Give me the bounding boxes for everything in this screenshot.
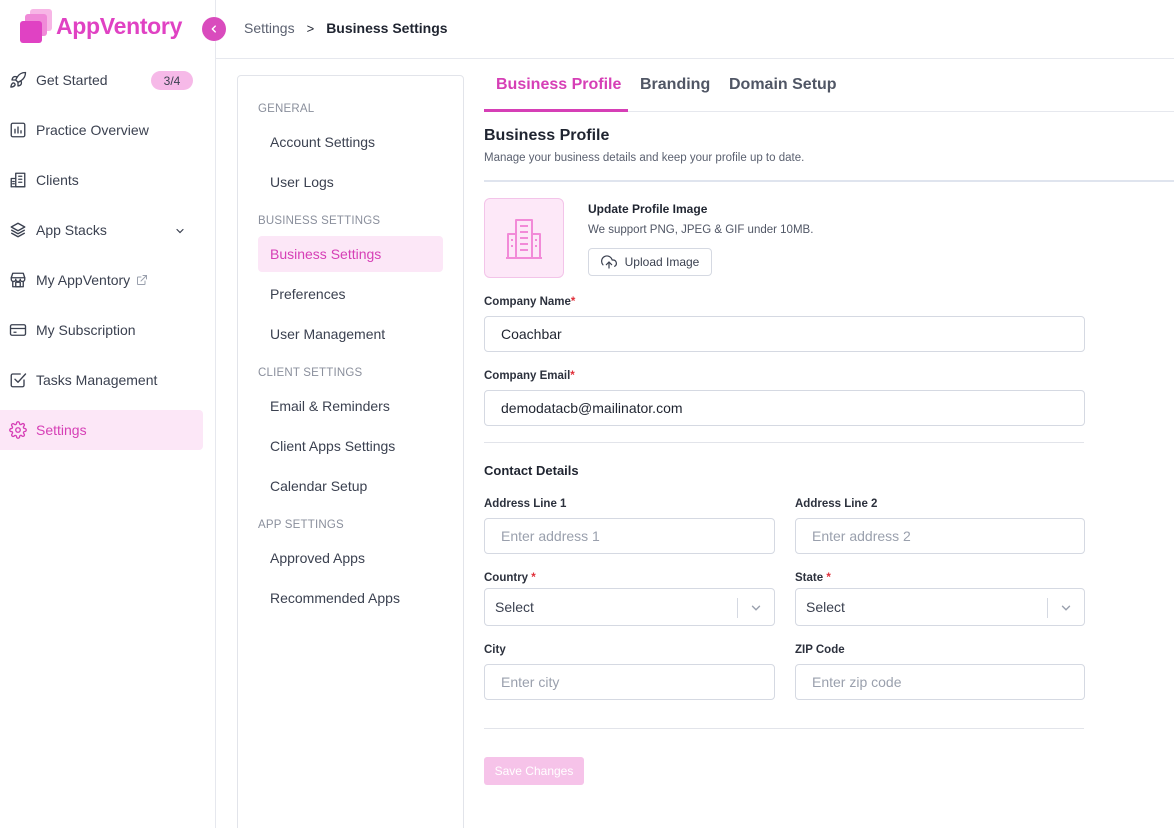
sidebar-item-label: Tasks Management xyxy=(36,372,158,388)
city-label: City xyxy=(484,644,506,656)
upload-image-button[interactable]: Upload Image xyxy=(588,248,712,276)
select-separator xyxy=(737,598,738,618)
sidebar-item-tasks-management[interactable]: Tasks Management xyxy=(0,360,203,400)
sidebar-item-label: Settings xyxy=(36,422,87,438)
checkbox-icon xyxy=(8,370,28,390)
address2-input[interactable]: Enter address 2 xyxy=(795,518,1085,554)
state-select-value: Select xyxy=(806,599,845,615)
country-select-value: Select xyxy=(495,599,534,615)
divider xyxy=(484,442,1084,443)
state-label: State * xyxy=(795,572,831,584)
group-title-app-settings: APP SETTINGS xyxy=(258,519,344,531)
breadcrumb-separator-icon: > xyxy=(306,20,315,36)
country-label: Country * xyxy=(484,572,536,584)
company-email-label: Company Email* xyxy=(484,370,575,382)
breadcrumb-settings[interactable]: Settings xyxy=(244,20,295,36)
sidebar-item-label: Practice Overview xyxy=(36,122,149,138)
state-select[interactable]: Select xyxy=(795,588,1085,626)
chevron-down-icon xyxy=(1059,601,1073,618)
external-link-icon xyxy=(136,274,148,286)
chevron-down-icon[interactable] xyxy=(174,224,186,240)
menu-item-recommended-apps[interactable]: Recommended Apps xyxy=(258,580,443,616)
sidebar-item-my-appventory[interactable]: My AppVentory xyxy=(0,260,203,300)
app-logo[interactable]: AppVentory xyxy=(20,8,182,44)
top-bar: Settings > Business Settings xyxy=(216,0,1174,59)
update-image-hint: We support PNG, JPEG & GIF under 10MB. xyxy=(588,224,814,236)
group-title-general: GENERAL xyxy=(258,103,315,115)
menu-item-account-settings[interactable]: Account Settings xyxy=(258,124,443,160)
active-tab-indicator xyxy=(484,109,628,112)
menu-item-calendar-setup[interactable]: Calendar Setup xyxy=(258,468,443,504)
city-input[interactable]: Enter city xyxy=(484,664,775,700)
zip-input[interactable]: Enter zip code xyxy=(795,664,1085,700)
tab-domain-setup[interactable]: Domain Setup xyxy=(729,76,837,94)
chart-icon xyxy=(8,120,28,140)
contact-details-title: Contact Details xyxy=(484,463,579,478)
building-icon xyxy=(8,170,28,190)
select-separator xyxy=(1047,598,1048,618)
menu-item-email-reminders[interactable]: Email & Reminders xyxy=(258,388,443,424)
sidebar-item-label: My AppVentory xyxy=(36,272,131,288)
country-select[interactable]: Select xyxy=(484,588,775,626)
progress-badge: 3/4 xyxy=(151,71,193,90)
card-icon xyxy=(8,320,28,340)
store-icon xyxy=(8,270,28,290)
section-title: Business Profile xyxy=(484,127,610,144)
chevron-down-icon xyxy=(749,601,763,618)
tab-branding[interactable]: Branding xyxy=(640,76,710,94)
sidebar-item-practice-overview[interactable]: Practice Overview xyxy=(0,110,203,150)
rocket-icon xyxy=(8,70,28,90)
menu-item-client-apps-settings[interactable]: Client Apps Settings xyxy=(258,428,443,464)
update-image-title: Update Profile Image xyxy=(588,202,708,216)
sidebar-item-app-stacks[interactable]: App Stacks xyxy=(0,210,203,250)
settings-menu: GENERAL Account Settings User Logs BUSIN… xyxy=(237,75,464,828)
company-name-label: Company Name* xyxy=(484,296,576,308)
sidebar-item-get-started[interactable]: Get Started 3/4 xyxy=(0,60,203,100)
address1-input[interactable]: Enter address 1 xyxy=(484,518,775,554)
sidebar-nav: Get Started 3/4 Practice Overview Client… xyxy=(0,60,216,460)
sidebar-item-label: Get Started xyxy=(36,72,108,88)
sidebar-item-label: My Subscription xyxy=(36,322,136,338)
sidebar: AppVentory Get Started 3/4 Practice Over… xyxy=(0,0,216,828)
sidebar-item-label: App Stacks xyxy=(36,222,107,238)
layers-icon xyxy=(8,220,28,240)
menu-item-user-logs[interactable]: User Logs xyxy=(258,164,443,200)
collapse-sidebar-button[interactable] xyxy=(202,17,226,41)
menu-item-business-settings[interactable]: Business Settings xyxy=(258,236,443,272)
menu-item-preferences[interactable]: Preferences xyxy=(258,276,443,312)
address2-label: Address Line 2 xyxy=(795,498,878,510)
breadcrumb: Settings > Business Settings xyxy=(244,20,448,36)
sidebar-item-clients[interactable]: Clients xyxy=(0,160,203,200)
menu-item-approved-apps[interactable]: Approved Apps xyxy=(258,540,443,576)
tab-business-profile[interactable]: Business Profile xyxy=(496,76,621,94)
building-placeholder-icon xyxy=(506,219,542,259)
upload-cloud-icon xyxy=(600,254,617,270)
sidebar-item-settings[interactable]: Settings xyxy=(0,410,203,450)
chevron-left-icon xyxy=(211,25,216,33)
zip-label: ZIP Code xyxy=(795,644,845,656)
company-email-input[interactable]: demodatacb@mailinator.com xyxy=(484,390,1085,426)
address1-label: Address Line 1 xyxy=(484,498,567,510)
divider xyxy=(484,728,1084,729)
group-title-client-settings: CLIENT SETTINGS xyxy=(258,367,363,379)
sidebar-item-label: Clients xyxy=(36,172,79,188)
tab-bar: Business Profile Branding Domain Setup xyxy=(484,60,1174,112)
section-description: Manage your business details and keep yo… xyxy=(484,152,805,164)
sidebar-item-my-subscription[interactable]: My Subscription xyxy=(0,310,203,350)
logo-icon xyxy=(20,9,54,43)
group-title-business-settings: BUSINESS SETTINGS xyxy=(258,215,381,227)
save-changes-button[interactable]: Save Changes xyxy=(484,757,584,785)
breadcrumb-current: Business Settings xyxy=(326,20,448,36)
company-name-input[interactable]: Coachbar xyxy=(484,316,1085,352)
section-divider xyxy=(484,180,1174,182)
upload-image-label: Upload Image xyxy=(624,255,700,269)
profile-image[interactable] xyxy=(484,198,564,278)
menu-item-user-management[interactable]: User Management xyxy=(258,316,443,352)
app-name: AppVentory xyxy=(56,12,183,39)
gear-icon xyxy=(8,420,28,440)
